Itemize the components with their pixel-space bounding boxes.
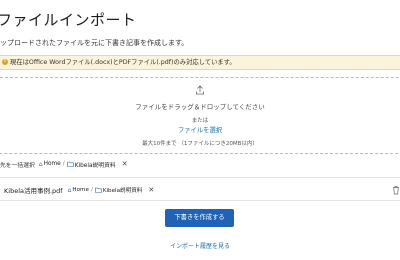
divider	[0, 177, 400, 178]
trash-icon[interactable]	[392, 185, 400, 195]
create-draft-button[interactable]: 下書きを作成する	[165, 209, 234, 227]
file-name: Kibela活用事例.pdf	[4, 187, 63, 195]
dropzone-or: または	[191, 118, 209, 124]
bulk-destination-label: 先を一括選択	[0, 162, 35, 169]
home-icon: ⌂	[38, 160, 43, 168]
page-title: ファイルインポート	[0, 11, 137, 29]
folder-icon	[95, 187, 102, 193]
divider	[0, 200, 400, 201]
clear-destination-button[interactable]: ✕	[122, 160, 128, 168]
file-breadcrumb-folder: Kibela説明資料	[102, 188, 143, 194]
folder-icon	[66, 161, 74, 167]
notice-text: 現在はOffice Wordファイル(.docx)とPDFファイル(.pdf)の…	[10, 59, 236, 66]
info-icon: i	[2, 59, 8, 65]
upload-limit-text: 最大10件まで （1ファイルにつき20MB以内）	[142, 141, 258, 147]
file-row: Kibela活用事例.pdf ⌂ Home / Kibela説明資料 ✕	[0, 183, 154, 197]
upload-icon	[196, 85, 204, 95]
notice-banner: i 現在はOffice Wordファイル(.docx)とPDFファイル(.pdf)…	[0, 55, 400, 70]
breadcrumb-home: Home	[43, 161, 61, 167]
file-breadcrumb-home: Home	[72, 187, 89, 193]
select-file-link[interactable]: ファイルを選択	[0, 125, 400, 134]
bulk-destination-row: 先を一括選択 ⌂ Home / Kibela説明資料 ✕	[0, 158, 128, 170]
breadcrumb-separator: /	[62, 161, 65, 167]
page-subtitle: ップロードされたファイルを元に下書き記事を作成します。	[0, 39, 189, 47]
breadcrumb[interactable]: ⌂ Home / Kibela説明資料	[39, 160, 116, 169]
file-breadcrumb[interactable]: ⌂ Home / Kibela説明資料	[67, 186, 143, 195]
dropzone-instructions: ファイルをドラッグ＆ドロップしてください	[135, 103, 265, 111]
import-history-link[interactable]: インポート履歴を見る	[0, 241, 400, 250]
breadcrumb-separator: /	[90, 187, 93, 193]
breadcrumb-folder: Kibela説明資料	[74, 162, 116, 169]
home-icon: ⌂	[67, 186, 72, 194]
clear-file-destination-button[interactable]: ✕	[148, 186, 154, 194]
